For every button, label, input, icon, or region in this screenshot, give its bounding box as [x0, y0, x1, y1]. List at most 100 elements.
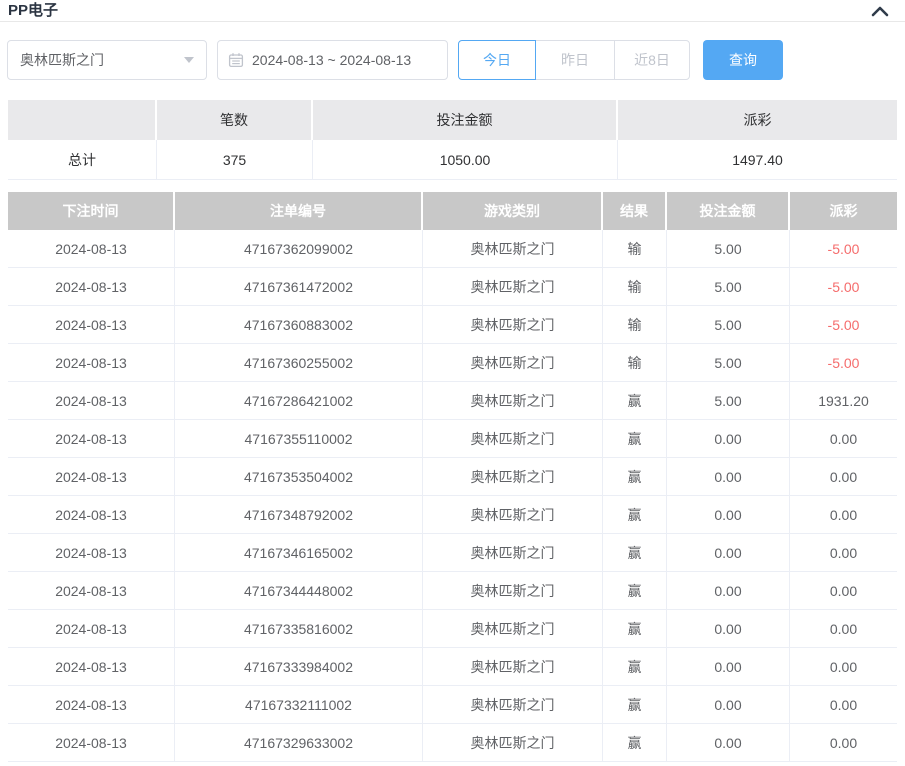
- bet-amount-cell: 0.00: [667, 724, 790, 761]
- game-type-cell: 奥林匹斯之门: [423, 534, 603, 571]
- game-type-cell: 奥林匹斯之门: [423, 306, 603, 343]
- game-type-cell: 奥林匹斯之门: [423, 268, 603, 305]
- table-row: 2024-08-1347167353504002奥林匹斯之门赢0.000.00: [8, 458, 897, 496]
- bet-id-cell: 47167362099002: [175, 230, 423, 267]
- bet-time-cell: 2024-08-13: [8, 686, 175, 723]
- summary-header-blank: [8, 100, 157, 140]
- bet-id-cell: 47167332111002: [175, 686, 423, 723]
- bet-id-cell: 47167346165002: [175, 534, 423, 571]
- payout-cell: 0.00: [790, 496, 897, 533]
- yesterday-button[interactable]: 昨日: [535, 40, 615, 80]
- payout-cell: 0.00: [790, 610, 897, 647]
- table-row: 2024-08-1347167346165002奥林匹斯之门赢0.000.00: [8, 534, 897, 572]
- summary-header-count: 笔数: [157, 100, 313, 140]
- game-select[interactable]: 奥林匹斯之门: [7, 40, 207, 80]
- payout-cell: 0.00: [790, 572, 897, 609]
- header-result: 结果: [603, 192, 667, 230]
- page-title: PP电子: [8, 2, 58, 20]
- game-type-cell: 奥林匹斯之门: [423, 686, 603, 723]
- game-type-cell: 奥林匹斯之门: [423, 382, 603, 419]
- game-type-cell: 奥林匹斯之门: [423, 572, 603, 609]
- chevron-up-icon: [871, 6, 889, 17]
- bet-amount-cell: 0.00: [667, 458, 790, 495]
- payout-cell: 0.00: [790, 420, 897, 457]
- payout-cell: -5.00: [790, 230, 897, 267]
- result-cell: 赢: [603, 610, 667, 647]
- table-row: 2024-08-1347167362099002奥林匹斯之门输5.00-5.00: [8, 230, 897, 268]
- caret-down-icon: [184, 57, 194, 63]
- result-cell: 输: [603, 230, 667, 267]
- bet-time-cell: 2024-08-13: [8, 534, 175, 571]
- summary-total-bet-amount: 1050.00: [313, 140, 618, 180]
- game-type-cell: 奥林匹斯之门: [423, 344, 603, 381]
- payout-cell: 1931.20: [790, 382, 897, 419]
- bets-table: 下注时间 注单编号 游戏类别 结果 投注金额 派彩 2024-08-134716…: [8, 192, 897, 762]
- bet-id-cell: 47167361472002: [175, 268, 423, 305]
- bet-id-cell: 47167344448002: [175, 572, 423, 609]
- game-type-cell: 奥林匹斯之门: [423, 724, 603, 761]
- table-row: 2024-08-1347167360255002奥林匹斯之门输5.00-5.00: [8, 344, 897, 382]
- query-button[interactable]: 查询: [703, 40, 783, 80]
- payout-cell: 0.00: [790, 458, 897, 495]
- bet-amount-cell: 0.00: [667, 648, 790, 685]
- table-row: 2024-08-1347167355110002奥林匹斯之门赢0.000.00: [8, 420, 897, 458]
- game-type-cell: 奥林匹斯之门: [423, 496, 603, 533]
- bet-amount-cell: 0.00: [667, 496, 790, 533]
- game-type-cell: 奥林匹斯之门: [423, 420, 603, 457]
- today-button[interactable]: 今日: [458, 40, 536, 80]
- game-type-cell: 奥林匹斯之门: [423, 230, 603, 267]
- bet-id-cell: 47167333984002: [175, 648, 423, 685]
- panel-header: PP电子: [0, 0, 905, 22]
- result-cell: 赢: [603, 496, 667, 533]
- header-game-type: 游戏类别: [423, 192, 603, 230]
- quick-range-button-group: 今日 昨日 近8日: [458, 40, 690, 80]
- bet-time-cell: 2024-08-13: [8, 420, 175, 457]
- result-cell: 输: [603, 344, 667, 381]
- bet-time-cell: 2024-08-13: [8, 572, 175, 609]
- result-cell: 赢: [603, 382, 667, 419]
- filter-bar: 奥林匹斯之门 2024-08-13 ~ 2024-08-13 今日 昨日 近8日: [7, 40, 897, 80]
- collapse-panel-button[interactable]: [869, 2, 891, 20]
- payout-cell: 0.00: [790, 648, 897, 685]
- header-bet-id: 注单编号: [175, 192, 423, 230]
- table-row: 2024-08-1347167361472002奥林匹斯之门输5.00-5.00: [8, 268, 897, 306]
- bet-amount-cell: 5.00: [667, 230, 790, 267]
- result-cell: 输: [603, 306, 667, 343]
- table-row: 2024-08-1347167360883002奥林匹斯之门输5.00-5.00: [8, 306, 897, 344]
- calendar-icon: [228, 52, 244, 68]
- summary-total-row: 总计 375 1050.00 1497.40: [8, 140, 897, 180]
- game-type-cell: 奥林匹斯之门: [423, 610, 603, 647]
- summary-total-count: 375: [157, 140, 313, 180]
- header-payout: 派彩: [790, 192, 897, 230]
- bet-id-cell: 47167360255002: [175, 344, 423, 381]
- payout-cell: 0.00: [790, 724, 897, 761]
- result-cell: 赢: [603, 458, 667, 495]
- table-row: 2024-08-1347167333984002奥林匹斯之门赢0.000.00: [8, 648, 897, 686]
- bet-id-cell: 47167348792002: [175, 496, 423, 533]
- summary-total-label: 总计: [8, 140, 157, 180]
- bet-time-cell: 2024-08-13: [8, 610, 175, 647]
- table-row: 2024-08-1347167332111002奥林匹斯之门赢0.000.00: [8, 686, 897, 724]
- payout-cell: 0.00: [790, 534, 897, 571]
- bet-id-cell: 47167329633002: [175, 724, 423, 761]
- last-8-days-button[interactable]: 近8日: [614, 40, 690, 80]
- bet-amount-cell: 0.00: [667, 420, 790, 457]
- result-cell: 赢: [603, 686, 667, 723]
- summary-header-row: 笔数 投注金额 派彩: [8, 100, 897, 140]
- date-range-input[interactable]: 2024-08-13 ~ 2024-08-13: [217, 40, 448, 80]
- payout-cell: -5.00: [790, 306, 897, 343]
- summary-header-payout: 派彩: [618, 100, 897, 140]
- bet-amount-cell: 5.00: [667, 344, 790, 381]
- bet-id-cell: 47167360883002: [175, 306, 423, 343]
- summary-total-payout: 1497.40: [618, 140, 897, 180]
- bet-amount-cell: 5.00: [667, 306, 790, 343]
- table-row: 2024-08-1347167335816002奥林匹斯之门赢0.000.00: [8, 610, 897, 648]
- bet-amount-cell: 0.00: [667, 572, 790, 609]
- pp-games-panel: PP电子 奥林匹斯之门 2024-08-13 ~ 20: [0, 0, 905, 766]
- result-cell: 赢: [603, 724, 667, 761]
- bet-amount-cell: 0.00: [667, 534, 790, 571]
- result-cell: 赢: [603, 648, 667, 685]
- table-row: 2024-08-1347167344448002奥林匹斯之门赢0.000.00: [8, 572, 897, 610]
- bet-id-cell: 47167286421002: [175, 382, 423, 419]
- bet-time-cell: 2024-08-13: [8, 230, 175, 267]
